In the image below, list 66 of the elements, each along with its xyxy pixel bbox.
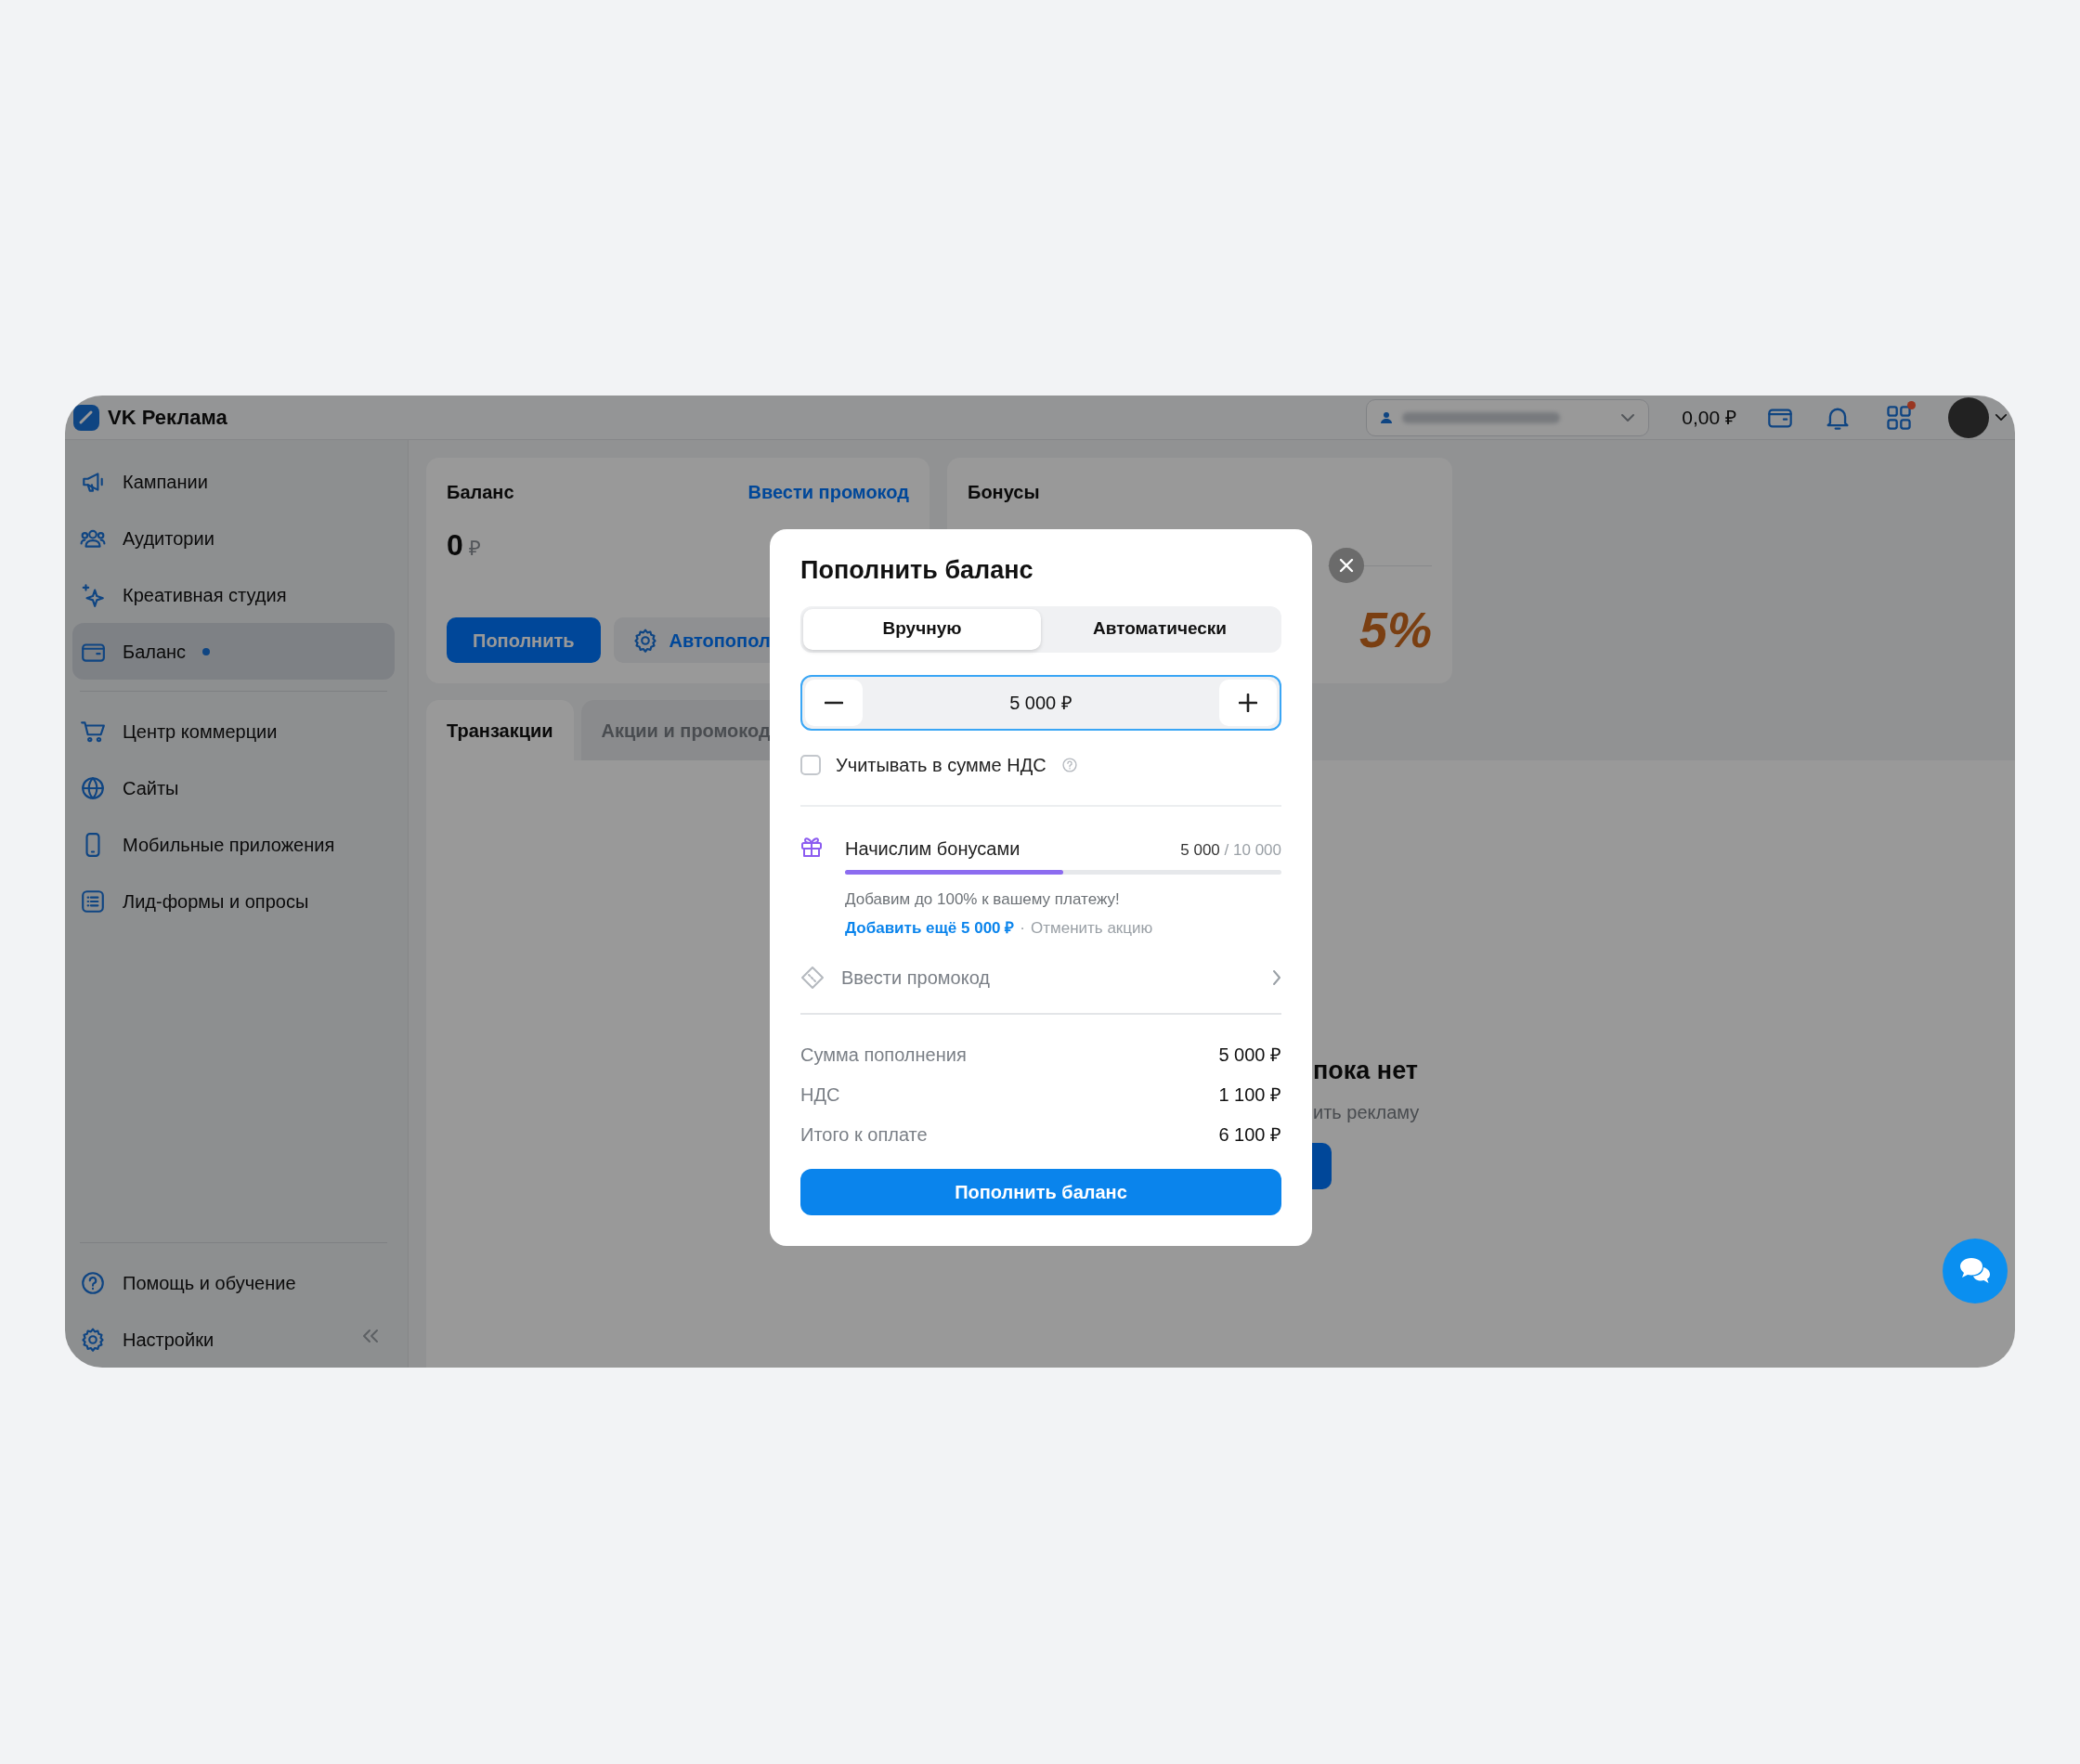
account-balance: 0,00 ₽ [1682, 405, 1736, 430]
checkbox-label: Учитывать в сумме НДС [836, 753, 1046, 777]
sidebar-item[interactable]: Помощь и обучение [72, 1254, 395, 1311]
settings-icon [631, 627, 658, 654]
apps-grid-icon [1885, 403, 1913, 432]
promo-code-row[interactable]: Ввести промокод [800, 954, 1281, 1000]
profile-menu-button[interactable] [1948, 396, 2008, 438]
minus-icon [825, 700, 843, 705]
mode-tab[interactable]: Автоматически [1041, 608, 1279, 650]
summary-value: 1 100 ₽ [1218, 1083, 1281, 1107]
sidebar-item[interactable]: Креативная студия [72, 566, 395, 623]
double-chevron-left-icon [360, 1329, 381, 1343]
summary-value: 5 000 ₽ [1218, 1043, 1281, 1067]
globe-icon [80, 774, 106, 801]
sidebar-item[interactable]: Центр коммерции [72, 703, 395, 759]
top-up-button[interactable]: Пополнить [447, 617, 601, 663]
balance-amount: 0 [447, 527, 463, 564]
mode-tab[interactable]: Вручную [803, 608, 1041, 650]
chevron-down-icon [1620, 412, 1636, 422]
help-icon [1060, 756, 1078, 773]
sidebar-item[interactable]: Сайты [72, 759, 395, 816]
collapse-sidebar-button[interactable] [360, 1329, 381, 1343]
sidebar-item[interactable]: Настройки [72, 1311, 395, 1368]
increase-button[interactable] [1219, 679, 1277, 726]
sidebar-item[interactable]: Кампании [72, 453, 395, 510]
dialog-title: Пополнить баланс [800, 555, 1034, 586]
bonus-percent-text: 5% [1358, 601, 1432, 659]
chevron-right-icon [1272, 968, 1281, 986]
currency-sign: ₽ [468, 536, 481, 562]
logo-text: VK Реклама [108, 405, 228, 431]
logo-icon [72, 403, 100, 432]
plus-icon [1239, 693, 1257, 712]
bonus-note: Добавим до 100% к вашему платежу! [845, 888, 1121, 910]
decrease-button[interactable] [805, 679, 863, 726]
empty-state-title: пока нет [1313, 1056, 1419, 1086]
avatar [1948, 396, 1989, 438]
sidebar-item[interactable]: Мобильные приложения [72, 816, 395, 873]
vat-checkbox[interactable] [800, 754, 821, 775]
amount-stepper[interactable]: 5 000 ₽ [800, 674, 1281, 731]
settings-icon [80, 1326, 106, 1353]
summary-label: Итого к оплате [800, 1122, 928, 1147]
help-icon [80, 1269, 106, 1296]
apps-button[interactable] [1885, 403, 1913, 432]
sparkle-icon [80, 581, 106, 608]
card-title: Баланс [447, 481, 514, 504]
summary-value: 6 100 ₽ [1218, 1122, 1281, 1147]
card-title: Бонусы [968, 482, 1040, 502]
add-more-link[interactable]: Добавить ещё 5 000 ₽ [845, 916, 1015, 940]
ticket-icon [800, 965, 825, 990]
tab[interactable]: Транзакции [426, 700, 574, 760]
summary-label: НДС [800, 1083, 840, 1107]
sidebar-item[interactable]: Баланс [72, 623, 395, 680]
bonus-title: Начислим бонусами [845, 837, 1020, 861]
person-icon [1380, 410, 1394, 424]
promo-code-link[interactable]: Ввести промокод [748, 478, 909, 506]
sidebar-item[interactable]: Лид-формы и опросы [72, 873, 395, 929]
submit-button[interactable]: Пополнить баланс [800, 1168, 1281, 1215]
close-icon [1339, 558, 1354, 573]
summary-label: Сумма пополнения [800, 1043, 967, 1067]
separator-dot: · [1020, 918, 1025, 939]
empty-state-subtitle: ить рекламу [1313, 1101, 1420, 1124]
sidebar-item[interactable]: Аудитории [72, 510, 395, 566]
bonus-progress-count: 5 000 / 10 000 [1180, 839, 1281, 861]
amount-value: 5 000 ₽ [1008, 691, 1073, 715]
list-icon [80, 888, 106, 914]
chevron-down-icon [1995, 413, 2008, 422]
